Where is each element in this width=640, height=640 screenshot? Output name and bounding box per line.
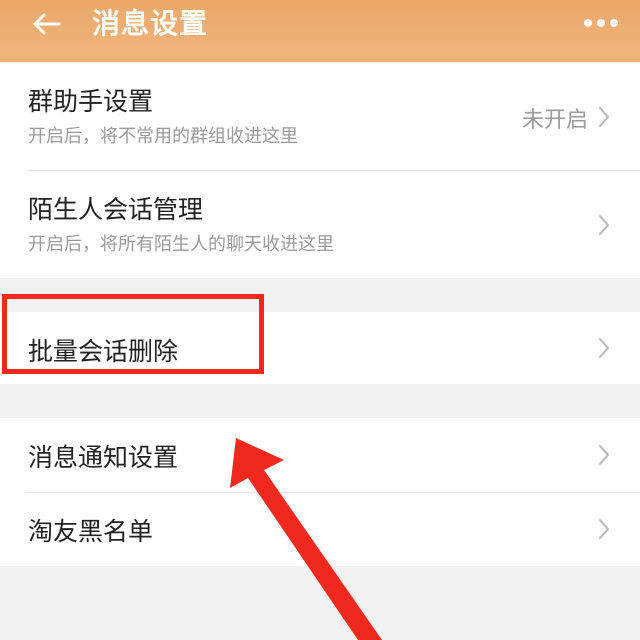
group-assistant-setting[interactable]: 群助手设置 开启后，将不常用的群组收进这里 未开启 — [0, 62, 640, 170]
chevron-right-icon — [599, 338, 609, 358]
notification-settings[interactable]: 消息通知设置 — [0, 418, 640, 492]
row-title: 批量会话删除 — [28, 337, 179, 366]
more-button[interactable] — [576, 8, 626, 38]
page-title: 消息设置 — [92, 7, 209, 40]
chevron-right-icon — [599, 107, 609, 127]
status-value: 未开启 — [521, 108, 588, 133]
top-bar: 消息设置 — [0, 0, 640, 62]
settings-group-1: 群助手设置 开启后，将不常用的群组收进这里 未开启 陌生人会话管理 开启后，将所… — [0, 62, 640, 278]
more-dots-icon — [584, 19, 618, 27]
row-subtitle: 开启后，将不常用的群组收进这里 — [28, 126, 298, 147]
stranger-chat-management[interactable]: 陌生人会话管理 开启后，将所有陌生人的聊天收进这里 — [0, 170, 640, 278]
row-title: 消息通知设置 — [28, 443, 179, 472]
chevron-right-icon — [599, 215, 609, 235]
arrow-left-icon — [33, 13, 61, 35]
back-button[interactable] — [24, 6, 68, 42]
settings-group-3: 消息通知设置 淘友黑名单 — [0, 418, 640, 566]
settings-group-2: 批量会话删除 — [0, 312, 640, 384]
row-title: 淘友黑名单 — [28, 517, 154, 546]
chevron-right-icon — [599, 445, 609, 465]
blacklist[interactable]: 淘友黑名单 — [0, 492, 640, 566]
row-title: 群助手设置 — [28, 87, 154, 116]
chevron-right-icon — [599, 519, 609, 539]
row-title: 陌生人会话管理 — [28, 195, 204, 224]
batch-chat-delete[interactable]: 批量会话删除 — [0, 312, 640, 384]
row-subtitle: 开启后，将所有陌生人的聊天收进这里 — [28, 234, 334, 255]
